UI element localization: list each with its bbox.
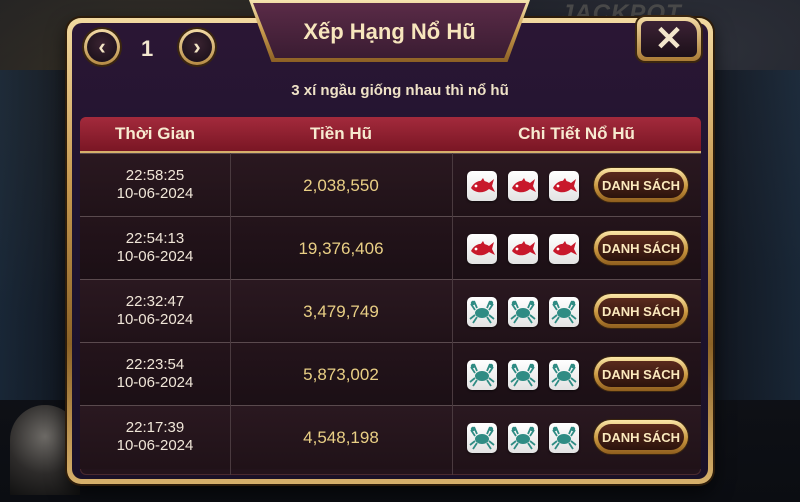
amount-cell: 3,479,749 <box>303 302 379 321</box>
time-cell: 22:23:54 10-06-2024 <box>80 356 230 392</box>
crab-dice-icon <box>467 297 497 327</box>
next-page-button[interactable]: › <box>179 29 215 65</box>
date-value: 10-06-2024 <box>116 437 194 454</box>
date-value: 10-06-2024 <box>116 248 194 265</box>
date-value: 10-06-2024 <box>116 185 194 202</box>
time-value: 22:54:13 <box>125 230 185 247</box>
fish-dice-icon <box>508 171 538 201</box>
time-cell: 22:32:47 10-06-2024 <box>80 293 230 329</box>
list-button[interactable]: DANH SÁCH <box>594 357 688 391</box>
page-number: 1 <box>141 36 154 61</box>
time-value: 22:58:25 <box>125 167 185 184</box>
fish-dice-icon <box>467 234 497 264</box>
crab-dice-icon <box>508 360 538 390</box>
crab-dice-icon <box>467 423 497 453</box>
fish-dice-icon <box>467 171 497 201</box>
list-button[interactable]: DANH SÁCH <box>594 168 688 202</box>
amount-cell: 2,038,550 <box>303 176 379 195</box>
amount-cell: 5,873,002 <box>303 365 379 384</box>
time-cell: 22:54:13 10-06-2024 <box>80 230 230 266</box>
chevron-right-icon: › <box>182 32 212 62</box>
table-header: Thời Gian Tiền Hũ Chi Tiết Nổ Hũ <box>80 117 701 153</box>
close-button[interactable]: ✕ <box>637 17 701 61</box>
fish-dice-icon <box>549 171 579 201</box>
column-divider <box>230 153 231 475</box>
fish-dice-icon <box>549 234 579 264</box>
fish-dice-icon <box>508 234 538 264</box>
list-button-label: DANH SÁCH <box>598 424 684 450</box>
time-value: 22:32:47 <box>125 293 185 310</box>
date-value: 10-06-2024 <box>116 374 194 391</box>
time-cell: 22:17:39 10-06-2024 <box>80 419 230 455</box>
amount-cell: 4,548,198 <box>303 428 379 447</box>
table-row: 22:23:54 10-06-2024 5,873,002 DANH SÁCH <box>80 342 701 406</box>
crab-dice-icon <box>549 297 579 327</box>
table-row: 22:32:47 10-06-2024 3,479,749 DANH SÁCH <box>80 279 701 343</box>
time-cell: 22:58:25 10-06-2024 <box>80 167 230 203</box>
header-detail: Chi Tiết Nổ Hũ <box>518 124 635 143</box>
header-time: Thời Gian <box>114 124 196 143</box>
table-row: 22:58:25 10-06-2024 2,038,550 DANH SÁCH <box>80 153 701 217</box>
modal-title: Xếp Hạng Nổ Hũ <box>303 18 476 44</box>
table-row: 22:17:39 10-06-2024 4,548,198 DANH SÁCH <box>80 405 701 469</box>
crab-dice-icon <box>549 423 579 453</box>
table-row: 22:54:13 10-06-2024 19,376,406 DANH SÁCH <box>80 216 701 280</box>
close-icon: ✕ <box>641 21 697 57</box>
list-button[interactable]: DANH SÁCH <box>594 231 688 265</box>
background-right-panel <box>710 70 800 400</box>
list-button-label: DANH SÁCH <box>598 235 684 261</box>
time-value: 22:17:39 <box>125 419 185 436</box>
list-button[interactable]: DANH SÁCH <box>594 420 688 454</box>
list-button-label: DANH SÁCH <box>598 361 684 387</box>
amount-cell: 19,376,406 <box>298 239 384 258</box>
previous-page-button[interactable]: ‹ <box>84 29 120 65</box>
crab-dice-icon <box>467 360 497 390</box>
list-button-label: DANH SÁCH <box>598 172 684 198</box>
header-money: Tiền Hũ <box>309 124 373 143</box>
modal-subtitle: 3 xí ngầu giống nhau thì nổ hũ <box>291 82 509 99</box>
chevron-left-icon: ‹ <box>87 32 117 62</box>
crab-dice-icon <box>508 297 538 327</box>
list-button-label: DANH SÁCH <box>598 298 684 324</box>
title-plaque: Xếp Hạng Nổ Hũ <box>249 0 530 62</box>
time-value: 22:23:54 <box>125 356 185 373</box>
crab-dice-icon <box>508 423 538 453</box>
column-divider <box>452 153 453 475</box>
list-button[interactable]: DANH SÁCH <box>594 294 688 328</box>
jackpot-table: Thời Gian Tiền Hũ Chi Tiết Nổ Hũ 22:58:2… <box>80 117 701 475</box>
date-value: 10-06-2024 <box>116 311 194 328</box>
crab-dice-icon <box>549 360 579 390</box>
